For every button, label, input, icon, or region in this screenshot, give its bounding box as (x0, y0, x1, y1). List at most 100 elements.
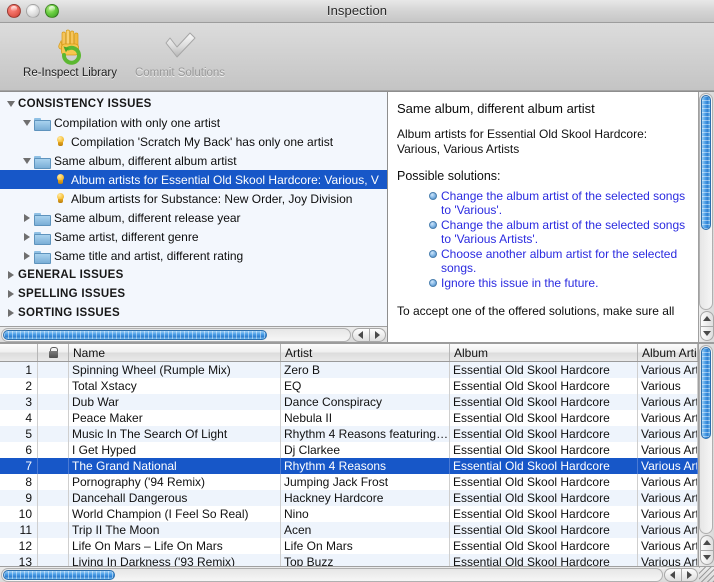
tree-row[interactable]: Same artist, different genre (0, 227, 387, 246)
table-vscroll-thumb[interactable] (701, 347, 711, 439)
table-row[interactable]: 9 Dancehall Dangerous Hackney Hardcore Esse… (0, 490, 698, 506)
table-scroll-right-button[interactable] (681, 567, 698, 582)
table-row[interactable]: 5 Music In The Search Of Light Rhythm 4 Re… (0, 426, 698, 442)
detail-vscroll-track[interactable] (699, 93, 713, 310)
cell-album_artist: Various Arti (638, 474, 698, 490)
solution-link[interactable]: Change the album artist of the selected … (429, 218, 688, 246)
column-header-album_artist[interactable]: Album Artis (638, 344, 698, 361)
resize-grip[interactable] (699, 567, 714, 582)
scroll-up-button[interactable] (700, 311, 714, 327)
table-row[interactable]: 10 World Champion (I Feel So Real) Nino Ess… (0, 506, 698, 522)
tree-row[interactable]: Compilation 'Scratch My Back' has only o… (0, 132, 387, 151)
tree-hscroll-track[interactable] (1, 327, 351, 342)
table-scroll-down-button[interactable] (700, 550, 714, 565)
cell-text: Various Arti (641, 475, 698, 489)
table-hscroll-thumb[interactable] (3, 569, 116, 580)
cell-text: Dj Clarkee (284, 443, 341, 457)
table-row[interactable]: 3 Dub War Dance Conspiracy Essential Old Sk… (0, 394, 698, 410)
cell-text: 9 (25, 491, 32, 505)
table-scroll-up-button[interactable] (700, 535, 714, 551)
cell-text: World Champion (I Feel So Real) (72, 507, 249, 521)
scroll-left-button[interactable] (352, 327, 370, 342)
solution-link[interactable]: Change the album artist of the selected … (429, 189, 688, 217)
table-row[interactable]: 12 Life On Mars – Life On Mars Life On Mar… (0, 538, 698, 554)
tree-row-label: GENERAL ISSUES (18, 268, 124, 281)
table-row[interactable]: 1 Spinning Wheel (Rumple Mix) Zero B Essent… (0, 362, 698, 378)
cell-text: Dub War (72, 395, 119, 409)
detail-vscroll-thumb[interactable] (701, 95, 711, 231)
table-horizontal-scrollbar[interactable] (0, 566, 714, 582)
table-scroll-left-button[interactable] (664, 567, 682, 582)
cell-album_artist: Various Arti (638, 394, 698, 410)
table-row[interactable]: 6 I Get Hyped Dj Clarkee Essential Old Skoo… (0, 442, 698, 458)
tree-row[interactable]: Album artists for Essential Old Skool Ha… (0, 170, 387, 189)
tree-row[interactable]: Same title and artist, different rating (0, 246, 387, 265)
table-row[interactable]: 13 Living In Darkness ('93 Remix) Top Buzz… (0, 554, 698, 566)
tree-hscroll-thumb[interactable] (3, 329, 268, 340)
solutions-list: Change the album artist of the selected … (397, 189, 688, 290)
column-header-name[interactable]: Name (69, 344, 281, 361)
tree-row[interactable]: Compilation with only one artist (0, 113, 387, 132)
column-header-lock[interactable] (38, 344, 69, 361)
detail-vertical-scrollbar[interactable] (698, 92, 714, 342)
scroll-right-button[interactable] (369, 327, 386, 342)
re-inspect-library-button[interactable]: Re-Inspect Library (15, 25, 125, 79)
issue-detail-pane: Same album, different album artist Album… (388, 91, 714, 342)
chevron-right-icon[interactable] (4, 289, 18, 298)
chevron-right-icon[interactable] (4, 308, 18, 317)
songs-table-body[interactable]: 1 Spinning Wheel (Rumple Mix) Zero B Essent… (0, 362, 698, 566)
cell-album: Essential Old Skool Hardcore (450, 394, 638, 410)
checkmark-icon (125, 25, 235, 67)
solution-label: Change the album artist of the selected … (441, 189, 686, 217)
chevron-down-icon[interactable] (20, 157, 34, 164)
chevron-right-icon[interactable] (20, 251, 34, 260)
cell-text: Rhythm 4 Reasons featuring… (284, 427, 449, 441)
cell-text: Essential Old Skool Hardcore (453, 411, 610, 425)
column-header-num[interactable] (0, 344, 38, 361)
table-vertical-scrollbar[interactable] (698, 344, 714, 566)
tree-row[interactable]: Same album, different release year (0, 208, 387, 227)
chevron-right-icon[interactable] (20, 213, 34, 222)
cell-text: Various Arti (641, 443, 698, 457)
chevron-right-icon[interactable] (4, 270, 18, 279)
cell-artist: Nino (281, 506, 450, 522)
solution-label: Change the album artist of the selected … (441, 218, 686, 246)
tree-row[interactable]: SORTING ISSUES (0, 303, 387, 322)
table-row[interactable]: 11 Trip II The Moon Acen Essential Old Skoo… (0, 522, 698, 538)
cell-text: 3 (25, 395, 32, 409)
column-header-artist[interactable]: Artist (281, 344, 450, 361)
solution-link[interactable]: Ignore this issue in the future. (429, 276, 688, 290)
cell-text: Life On Mars (284, 539, 353, 553)
chevron-down-icon[interactable] (4, 100, 18, 107)
cell-text: Various Arti (641, 523, 698, 537)
table-hscroll-track[interactable] (1, 567, 663, 582)
table-row[interactable]: 8 Pornography ('94 Remix) Jumping Jack Fro… (0, 474, 698, 490)
tree-row[interactable]: Same album, different album artist (0, 151, 387, 170)
table-row[interactable]: 7 The Grand National Rhythm 4 Reasons Essen… (0, 458, 698, 474)
cell-name: Music In The Search Of Light (69, 426, 281, 442)
tree-row[interactable]: Album artists for Substance: New Order, … (0, 189, 387, 208)
scroll-down-button[interactable] (700, 326, 714, 341)
cell-num: 6 (0, 442, 38, 458)
cell-lock (38, 426, 69, 442)
chevron-right-icon[interactable] (20, 232, 34, 241)
cell-text: 5 (25, 427, 32, 441)
table-row[interactable]: 4 Peace Maker Nebula II Essential Old Skool… (0, 410, 698, 426)
commit-solutions-button[interactable]: Commit Solutions (125, 25, 235, 79)
tree-row[interactable]: GENERAL ISSUES (0, 265, 387, 284)
cell-artist: Top Buzz (281, 554, 450, 566)
table-vscroll-track[interactable] (699, 345, 713, 534)
tree-horizontal-scrollbar[interactable] (0, 326, 387, 342)
songs-table-panel: Name Artist Album Album Artis 1 Spinning Whe… (0, 342, 714, 582)
tree-row[interactable]: SPELLING ISSUES (0, 284, 387, 303)
cell-lock (38, 442, 69, 458)
table-row[interactable]: 2 Total Xstacy EQ Essential Old Skool Hardc… (0, 378, 698, 394)
cell-text: 11 (19, 523, 32, 537)
issues-tree[interactable]: CONSISTENCY ISSUES Compilation with only … (0, 91, 387, 326)
tree-row-label: Compilation 'Scratch My Back' has only o… (71, 134, 334, 149)
chevron-down-icon[interactable] (20, 119, 34, 126)
solution-link[interactable]: Choose another album artist for the sele… (429, 247, 688, 275)
column-header-album[interactable]: Album (450, 344, 638, 361)
tree-row[interactable]: CONSISTENCY ISSUES (0, 94, 387, 113)
column-header-label: Album (454, 345, 489, 360)
